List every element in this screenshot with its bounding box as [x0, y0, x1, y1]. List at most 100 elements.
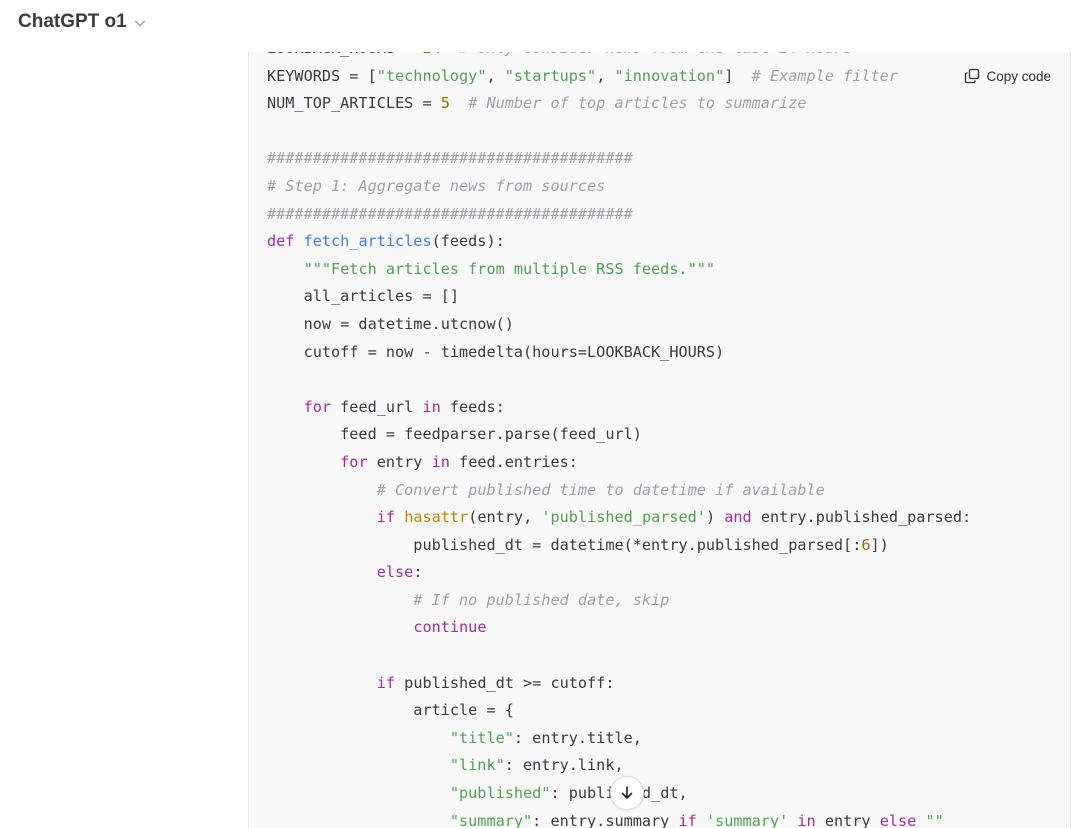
top-bar: ChatGPT o1	[0, 0, 1080, 52]
code-token: (entry,	[468, 508, 542, 527]
code-block: Copy code LOOKBACK_HOURS = 24 # Only con…	[248, 52, 1071, 828]
code-token: :	[413, 563, 423, 582]
scroll-to-bottom-button[interactable]	[610, 776, 644, 810]
code-line: if hasattr(entry, 'published_parsed') an…	[267, 504, 971, 532]
code-token: feed.entries:	[449, 452, 578, 471]
code-token: ########################################	[267, 149, 633, 168]
code-token: and	[724, 508, 752, 527]
code-line: cutoff = now - timedelta(hours=LOOKBACK_…	[267, 339, 971, 367]
code-token: ]	[724, 66, 752, 85]
code-token: for	[303, 397, 332, 416]
arrow-down-icon	[621, 786, 633, 799]
code-line: "title": entry.title,	[267, 725, 971, 753]
code-token: feed_url	[331, 397, 423, 416]
code-token: hasattr	[404, 508, 469, 527]
code-token: 'published_parsed'	[541, 508, 706, 527]
code-token: else	[376, 563, 414, 582]
code-token: # Number of top articles to summarize	[468, 94, 807, 113]
code-line: published_dt = datetime(*entry.published…	[267, 532, 971, 560]
code-token: )	[705, 508, 725, 527]
code-token: LOOKBACK_HOURS =	[267, 52, 422, 57]
code-line: LOOKBACK_HOURS = 24 # Only consider news…	[267, 52, 971, 63]
code-token: entry	[815, 811, 880, 828]
code-token: "link"	[449, 756, 505, 775]
code-line: for feed_url in feeds:	[267, 394, 971, 422]
model-selector[interactable]: ChatGPT o1	[18, 11, 147, 33]
code-line: else:	[267, 559, 971, 587]
code-token: ,	[596, 66, 615, 85]
code-token: if	[376, 508, 396, 527]
code-token: published_dt >= cutoff:	[395, 673, 615, 692]
code-token: ])	[870, 535, 889, 554]
code-token: in	[422, 397, 441, 416]
code-line: KEYWORDS = ["technology", "startups", "i…	[267, 63, 971, 91]
copy-code-label: Copy code	[986, 68, 1051, 84]
code-token: now = datetime.utcnow()	[267, 314, 514, 333]
code-token: entry	[367, 452, 432, 471]
code-token: published_dt = datetime(*entry.published…	[267, 535, 862, 554]
code-token: KEYWORDS = [	[267, 66, 377, 85]
code-token: """Fetch articles from multiple RSS feed…	[303, 259, 716, 278]
code-line: all_articles = []	[267, 283, 971, 311]
code-line: # Convert published time to datetime if …	[267, 477, 971, 505]
code-token: # If no published date, skip	[413, 590, 670, 609]
code-line: article = {	[267, 697, 971, 725]
code-line: def fetch_articles(feeds):	[267, 228, 971, 256]
code-token: "innovation"	[614, 66, 725, 85]
code-token: for	[340, 452, 368, 471]
copy-code-button[interactable]: Copy code	[960, 66, 1051, 86]
code-token: 6	[861, 535, 871, 554]
code-token: : entry.link,	[504, 756, 624, 775]
code-line: if published_dt >= cutoff:	[267, 670, 971, 698]
code-token: else	[879, 811, 917, 828]
chevron-down-icon	[134, 20, 145, 27]
code-line: # If no published date, skip	[267, 587, 971, 615]
code-token: continue	[413, 618, 487, 637]
code-token: cutoff = now - timedelta(hours=LOOKBACK_…	[267, 342, 725, 361]
code-line: for entry in feed.entries:	[267, 449, 971, 477]
code-token: (feeds):	[431, 232, 505, 251]
code-line: "summary": entry.summary if 'summary' in…	[267, 808, 971, 828]
code-line: feed = feedparser.parse(feed_url)	[267, 421, 971, 449]
copy-icon	[965, 68, 980, 84]
code-token: : entry.summary	[532, 811, 679, 828]
code-token: # Only consider news from the last 24 ho…	[459, 52, 852, 57]
code-token: feed = feedparser.parse(feed_url)	[267, 425, 642, 444]
code-token: : entry.title,	[513, 728, 642, 747]
code-content[interactable]: LOOKBACK_HOURS = 24 # Only consider news…	[267, 52, 971, 828]
code-token: # Convert published time to datetime if …	[376, 480, 825, 499]
code-token: in	[797, 811, 816, 828]
code-line: """Fetch articles from multiple RSS feed…	[267, 256, 971, 284]
code-token: entry.published_parsed:	[751, 508, 972, 527]
code-token: 5	[440, 94, 450, 113]
code-token: "technology"	[376, 66, 487, 85]
code-token: if	[678, 811, 697, 828]
code-token: def	[267, 232, 304, 251]
code-token: NUM_TOP_ARTICLES =	[267, 94, 441, 113]
code-token: fetch_articles	[303, 232, 432, 251]
code-token: # Example filter	[751, 66, 898, 85]
code-token: feeds:	[440, 397, 505, 416]
code-line: ########################################	[267, 145, 971, 173]
code-token: ,	[486, 66, 505, 85]
code-token: 'summary'	[705, 811, 789, 828]
code-line: "link": entry.link,	[267, 752, 971, 780]
code-token: ########################################	[267, 204, 633, 223]
code-token: "summary"	[449, 811, 533, 828]
